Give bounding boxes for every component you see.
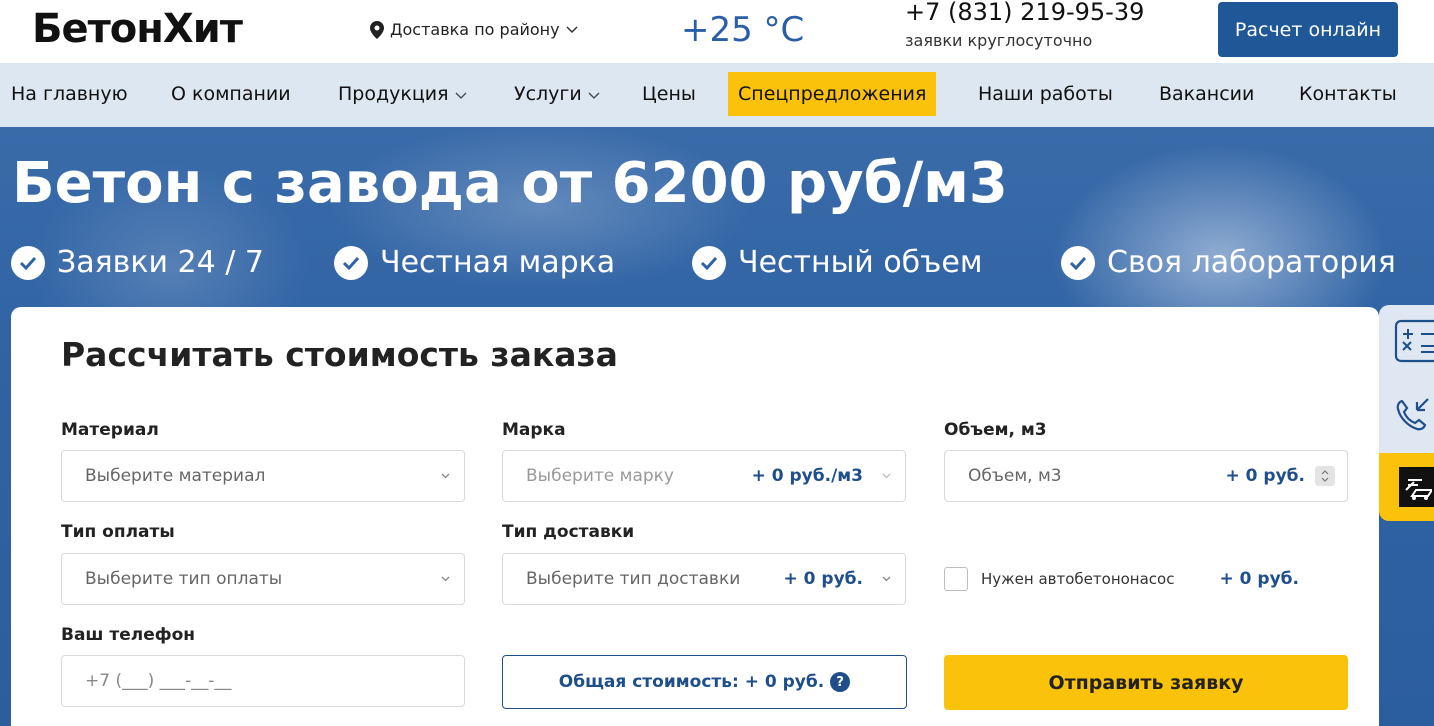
site-header: БетонХит Доставка по району +25 °C +7 (8… [0,0,1434,63]
feature-item: Своя лаборатория [1061,245,1396,280]
check-circle-icon [334,245,368,280]
calculator-widget-button[interactable] [1379,305,1434,381]
select-placeholder: Выберите тип оплаты [85,569,283,589]
feature-label: Честная марка [380,245,616,280]
total-cost-button[interactable]: Общая стоимость: + 0 руб. ? [502,655,907,709]
chevron-down-icon [566,25,578,34]
main-nav: На главную О компании Продукция Услуги Ц… [0,63,1434,127]
side-widget-panel [1379,305,1434,521]
phone-note: заявки круглосуточно [905,31,1093,50]
calc-online-button[interactable]: Расчет онлайн [1218,2,1398,57]
input-placeholder: +7 (___) ___-__-__ [85,671,232,691]
delivery-type-select[interactable]: Выберите тип доставки + 0 руб. [502,553,906,605]
volume-price: + 0 руб. [1225,466,1306,486]
nav-item-label: Продукция [338,83,449,105]
nav-item-products[interactable]: Продукция [338,72,467,116]
nav-item-label: Услуги [514,83,582,105]
submit-order-button[interactable]: Отправить заявку [944,655,1348,710]
hero-title: Бетон с завода от 6200 руб/м3 [12,151,1008,216]
delivery-region-dropdown[interactable]: Доставка по району [370,20,578,39]
pump-price: + 0 руб. [1219,569,1300,589]
volume-input[interactable]: Объем, м3 + 0 руб. [944,450,1348,502]
nav-item-about[interactable]: О компании [171,72,291,116]
select-placeholder: Выберите тип доставки [526,569,741,589]
feature-item: Честная марка [334,245,615,280]
nav-item-vacancies[interactable]: Вакансии [1159,72,1254,116]
feature-label: Заявки 24 / 7 [57,245,264,280]
nav-item-label: На главную [11,83,128,105]
chevron-down-icon [875,473,897,479]
volume-label: Объем, м3 [944,420,1047,440]
grade-select[interactable]: Выберите марку + 0 руб./м3 [502,450,906,502]
select-placeholder: Выберите марку [526,466,674,486]
payment-label: Тип оплаты [61,522,175,542]
feature-item: Заявки 24 / 7 [11,245,264,280]
nav-item-prices[interactable]: Цены [642,72,696,116]
nav-item-contacts[interactable]: Контакты [1299,72,1397,116]
nav-item-label: Цены [642,83,696,105]
phone-label: Ваш телефон [61,625,196,645]
truck-widget-button[interactable] [1379,453,1434,521]
nav-item-label: Спецпредложения [738,83,927,105]
grade-label: Марка [502,420,566,440]
pump-label: Нужен автобетононасос [981,570,1175,588]
calculator-icon [1394,319,1434,367]
pump-checkbox[interactable] [944,567,968,591]
select-placeholder: Выберите материал [85,466,266,486]
callback-widget-button[interactable] [1379,381,1434,453]
payment-type-select[interactable]: Выберите тип оплаты [61,553,465,605]
grade-price: + 0 руб./м3 [751,466,863,486]
phone-input[interactable]: +7 (___) ___-__-__ [61,655,465,707]
nav-item-special-offers[interactable]: Спецпредложения [728,72,937,116]
material-label: Материал [61,420,159,440]
nav-item-label: Вакансии [1159,83,1255,105]
feature-label: Честный объем [738,245,983,280]
order-calculator-card: Рассчитать стоимость заказа Материал Мар… [11,307,1379,726]
concrete-mixer-icon [1399,467,1434,507]
delivery-label: Доставка по району [390,20,560,39]
chevron-down-icon [875,576,897,582]
check-circle-icon [11,245,45,280]
number-spinner-icon[interactable] [1315,466,1335,486]
calculator-title: Рассчитать стоимость заказа [61,335,618,374]
check-circle-icon [692,245,726,280]
nav-item-home[interactable]: На главную [11,72,128,116]
phone-number-link[interactable]: +7 (831) 219-95-39 [905,0,1144,26]
help-icon[interactable]: ? [830,672,851,692]
nav-item-label: Контакты [1299,83,1397,105]
nav-item-services[interactable]: Услуги [514,72,600,116]
weather-temperature: +25 °C [681,10,805,50]
material-select[interactable]: Выберите материал [61,450,465,502]
location-pin-icon [370,20,384,39]
delivery-price: + 0 руб. [783,569,864,589]
total-cost-label: Общая стоимость: + 0 руб. [558,672,825,692]
phone-callback-icon [1394,395,1434,439]
input-placeholder: Объем, м3 [968,466,1062,486]
chevron-down-icon [588,83,600,105]
site-logo[interactable]: БетонХит [32,6,243,52]
nav-item-label: О компании [171,83,291,105]
chevron-down-icon [455,83,467,105]
check-circle-icon [1061,245,1095,280]
nav-item-our-works[interactable]: Наши работы [978,72,1113,116]
chevron-down-icon [434,576,456,582]
feature-item: Честный объем [692,245,982,280]
nav-item-label: Наши работы [978,83,1113,105]
chevron-down-icon [434,473,456,479]
pump-option: Нужен автобетононасос + 0 руб. [944,567,1348,591]
delivery-type-label: Тип доставки [502,522,635,542]
feature-label: Своя лаборатория [1107,245,1396,280]
